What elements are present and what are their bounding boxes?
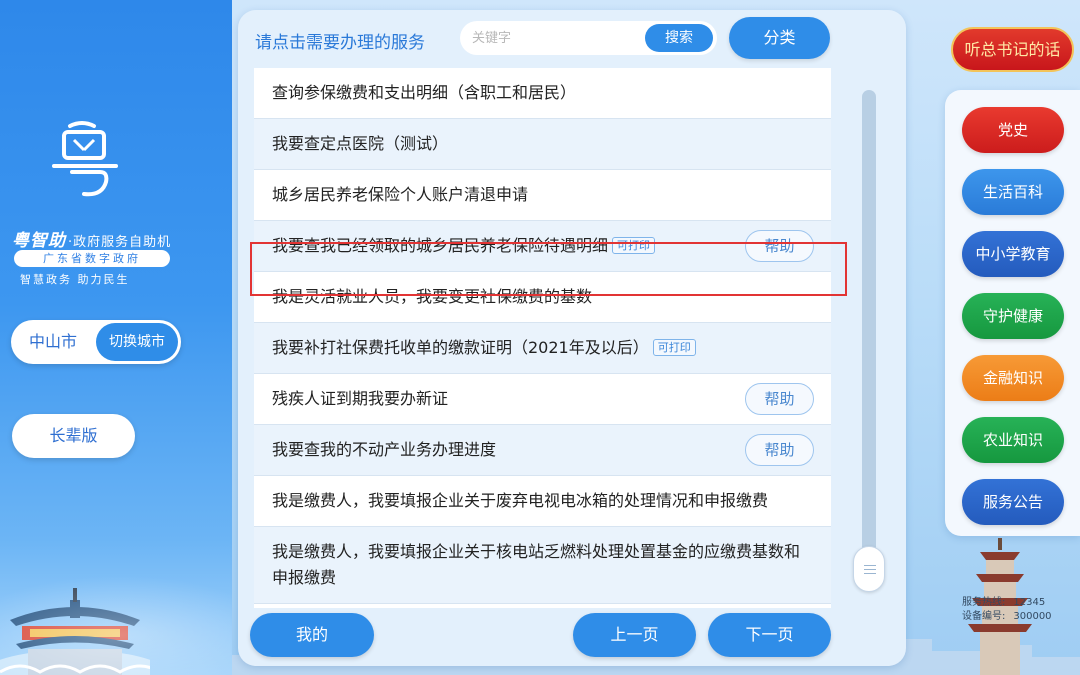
category-button[interactable]: 分类	[729, 17, 830, 59]
switch-city-button[interactable]: 切换城市	[96, 323, 178, 361]
side-menu-item[interactable]: 农业知识	[962, 417, 1064, 463]
search-input[interactable]	[472, 21, 642, 55]
service-panel: 请点击需要办理的服务 搜索 分类 查询参保缴费和支出明细（含职工和居民） 我要查定…	[238, 10, 906, 666]
current-city: 中山市	[29, 332, 78, 351]
help-button[interactable]: 帮助	[745, 230, 814, 262]
scrollbar-thumb[interactable]	[853, 546, 885, 592]
side-menu-item[interactable]: 中小学教育	[962, 231, 1064, 277]
mine-button[interactable]: 我的	[250, 613, 374, 657]
service-item[interactable]: 我是缴费人，我要填报企业关于场外核应急准备资金的征收信息和申报缴费	[254, 604, 831, 608]
side-menu-item[interactable]: 党史	[962, 107, 1064, 153]
brand-slogan: 智慧政务 助力民生	[20, 273, 130, 286]
service-item-label: 城乡居民养老保险个人账户清退申请	[272, 185, 529, 204]
tower-illustration	[0, 588, 150, 675]
side-menu-item[interactable]: 金融知识	[962, 355, 1064, 401]
service-item-label: 我是缴费人，我要填报企业关于废弃电视电冰箱的处理情况和申报缴费	[272, 491, 769, 510]
device-label: 设备编号:	[962, 611, 1006, 622]
side-menu: 党史生活百科中小学教育守护健康金融知识农业知识服务公告	[945, 90, 1080, 536]
page-title: 请点击需要办理的服务	[255, 33, 425, 53]
brand-name: 粤智助 ·政府服务自助机	[12, 226, 171, 251]
device-value: 300000	[1013, 611, 1052, 622]
service-item[interactable]: 我要查定点医院（测试）	[254, 119, 831, 170]
brand-name-main: 粤智助	[12, 231, 66, 251]
service-item-label: 我要补打社保费托收单的缴款证明（2021年及以后）	[272, 338, 649, 357]
left-panel: 粤智助 ·政府服务自助机 广东省数字政府 智慧政务 助力民生 中山市 切换城市 长…	[0, 0, 232, 675]
side-menu-item[interactable]: 服务公告	[962, 479, 1064, 525]
side-menu-item[interactable]: 生活百科	[962, 169, 1064, 215]
service-list: 查询参保缴费和支出明细（含职工和居民） 我要查定点医院（测试） 城乡居民养老保险个人…	[254, 68, 831, 608]
hotline-info: 服务热线: 12345 设备编号: 300000	[962, 596, 1052, 624]
yue-logo-icon	[52, 121, 118, 197]
city-switch: 中山市 切换城市	[11, 320, 181, 364]
service-item-label: 查询参保缴费和支出明细（含职工和居民）	[272, 83, 577, 102]
service-item-label: 我要查我的不动产业务办理进度	[272, 440, 497, 459]
service-item[interactable]: 我要补打社保费托收单的缴款证明（2021年及以后） 可打印	[254, 323, 831, 374]
help-button[interactable]: 帮助	[745, 434, 814, 466]
search-button[interactable]: 搜索	[645, 24, 713, 52]
next-page-button[interactable]: 下一页	[708, 613, 831, 657]
prev-page-button[interactable]: 上一页	[573, 613, 696, 657]
service-item-label: 我要查定点医院（测试）	[272, 134, 449, 153]
service-item[interactable]: 我要查我已经领取的城乡居民养老保险待遇明细 可打印 帮助	[254, 221, 831, 272]
service-item-label: 残疾人证到期我要办新证	[272, 389, 449, 408]
service-item[interactable]: 我要查我的不动产业务办理进度 帮助	[254, 425, 831, 476]
service-item[interactable]: 残疾人证到期我要办新证 帮助	[254, 374, 831, 425]
printable-badge: 可打印	[612, 237, 656, 254]
elder-mode-button[interactable]: 长辈版	[12, 414, 135, 458]
service-item-label: 我要查我已经领取的城乡居民养老保险待遇明细	[272, 236, 609, 255]
help-button[interactable]: 帮助	[745, 383, 814, 415]
service-item[interactable]: 我是缴费人，我要填报企业关于核电站乏燃料处理处置基金的应缴费基数和申报缴费	[254, 527, 831, 604]
service-item[interactable]: 查询参保缴费和支出明细（含职工和居民）	[254, 68, 831, 119]
service-item[interactable]: 我是灵活就业人员，我要变更社保缴费的基数	[254, 272, 831, 323]
service-item[interactable]: 城乡居民养老保险个人账户清退申请	[254, 170, 831, 221]
search-box: 搜索	[460, 21, 717, 55]
printable-badge: 可打印	[652, 339, 696, 356]
service-item-label: 我是缴费人，我要填报企业关于核电站乏燃料处理处置基金的应缴费基数和申报缴费	[272, 542, 801, 587]
service-item[interactable]: 我是缴费人，我要填报企业关于废弃电视电冰箱的处理情况和申报缴费	[254, 476, 831, 527]
hotline-value: 12345	[1013, 597, 1046, 608]
side-menu-item[interactable]: 守护健康	[962, 293, 1064, 339]
hotline-label: 服务热线:	[962, 597, 1006, 608]
scrollbar[interactable]	[853, 90, 885, 592]
service-item-label: 我是灵活就业人员，我要变更社保缴费的基数	[272, 287, 593, 306]
brand-name-sub: ·政府服务自助机	[68, 235, 172, 250]
brand-ribbon: 广东省数字政府	[14, 250, 170, 267]
listen-to-secretary-button[interactable]: 听总书记的话	[951, 27, 1074, 72]
